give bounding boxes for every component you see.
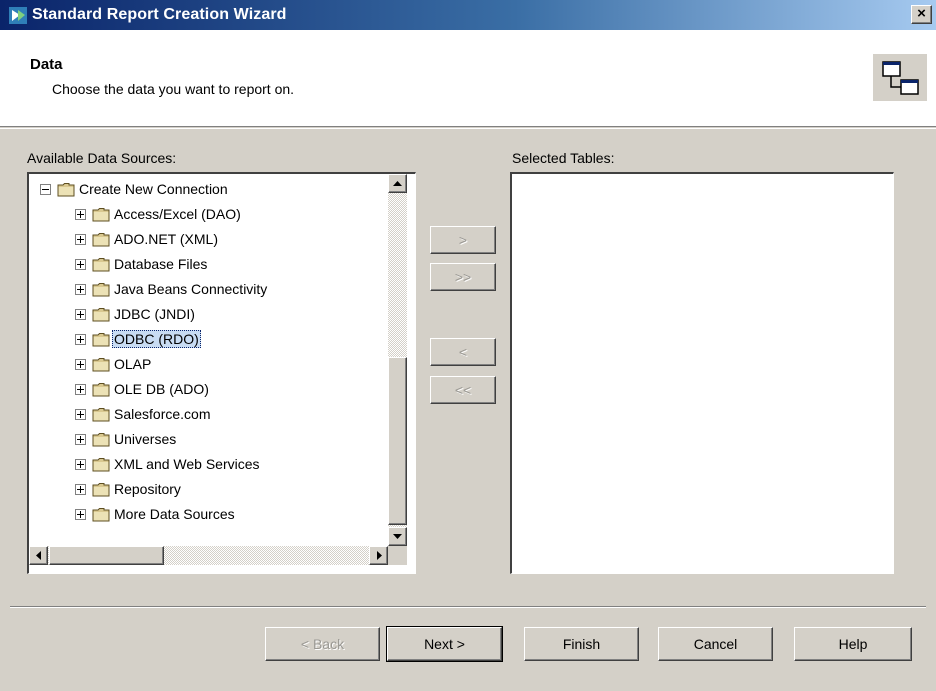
expand-icon[interactable] bbox=[75, 308, 86, 320]
tree-item[interactable]: Database Files bbox=[75, 252, 209, 276]
back-button[interactable]: < Back bbox=[265, 627, 380, 661]
folder-icon bbox=[92, 332, 110, 346]
expand-icon[interactable] bbox=[75, 508, 86, 520]
horizontal-scrollbar[interactable] bbox=[29, 546, 388, 565]
tree-item[interactable]: JDBC (JNDI) bbox=[75, 302, 197, 326]
scrollbar-corner bbox=[388, 546, 407, 565]
tree-item-label: JDBC (JNDI) bbox=[114, 306, 195, 322]
add-selected-button[interactable]: > bbox=[430, 226, 496, 254]
tree-item[interactable]: Java Beans Connectivity bbox=[75, 277, 269, 301]
scroll-down-button[interactable] bbox=[388, 527, 407, 546]
remove-selected-button[interactable]: < bbox=[430, 338, 496, 366]
expand-icon[interactable] bbox=[75, 333, 86, 345]
tree-item[interactable]: XML and Web Services bbox=[75, 452, 262, 476]
finish-button[interactable]: Finish bbox=[524, 627, 639, 661]
folder-icon bbox=[92, 507, 110, 521]
scroll-up-button[interactable] bbox=[388, 174, 407, 193]
expand-icon[interactable] bbox=[75, 458, 86, 470]
tree-item[interactable]: ADO.NET (XML) bbox=[75, 227, 220, 251]
step-title: Data bbox=[30, 56, 63, 73]
help-button[interactable]: Help bbox=[794, 627, 912, 661]
expand-icon[interactable] bbox=[75, 383, 86, 395]
wizard-window: Standard Report Creation Wizard × Data C… bbox=[0, 0, 936, 691]
horizontal-scroll-thumb[interactable] bbox=[49, 546, 164, 565]
selected-tables-list[interactable] bbox=[510, 172, 894, 574]
tree-item-label: OLAP bbox=[114, 356, 152, 372]
report-wizard-app-icon bbox=[9, 7, 27, 24]
arrow-right-icon bbox=[377, 551, 382, 560]
arrow-down-icon bbox=[393, 534, 402, 539]
add-all-button[interactable]: >> bbox=[430, 263, 496, 291]
tree-item-label: Database Files bbox=[114, 256, 208, 272]
vertical-scrollbar[interactable] bbox=[388, 174, 407, 546]
expand-icon[interactable] bbox=[75, 258, 86, 270]
arrow-up-icon bbox=[393, 181, 402, 186]
tree-item[interactable]: OLAP bbox=[75, 352, 153, 376]
available-sources-label: Available Data Sources: bbox=[27, 150, 177, 166]
folder-icon bbox=[92, 457, 110, 471]
tree-item-label: OLE DB (ADO) bbox=[114, 381, 209, 397]
tree-item-label: Salesforce.com bbox=[114, 406, 211, 422]
folder-icon bbox=[92, 357, 110, 371]
vertical-scroll-thumb[interactable] bbox=[388, 357, 407, 525]
expand-icon[interactable] bbox=[75, 283, 86, 295]
header-divider bbox=[0, 128, 936, 129]
scroll-left-button[interactable] bbox=[29, 546, 48, 565]
collapse-icon[interactable] bbox=[40, 183, 51, 195]
arrow-left-icon bbox=[36, 551, 41, 560]
folder-icon bbox=[57, 182, 75, 196]
tree-item-selected[interactable]: ODBC (RDO) bbox=[75, 327, 201, 351]
folder-icon bbox=[92, 382, 110, 396]
folder-icon bbox=[92, 307, 110, 321]
tree-viewport: Create New Connection Access/Excel (DAO)… bbox=[29, 174, 388, 546]
tree-root-label: Create New Connection bbox=[79, 181, 228, 197]
close-button[interactable]: × bbox=[911, 5, 932, 24]
scroll-right-button[interactable] bbox=[369, 546, 388, 565]
cancel-button[interactable]: Cancel bbox=[658, 627, 773, 661]
tree-item-label: ODBC (RDO) bbox=[112, 330, 201, 348]
tree-item[interactable]: OLE DB (ADO) bbox=[75, 377, 211, 401]
remove-all-button[interactable]: << bbox=[430, 376, 496, 404]
expand-icon[interactable] bbox=[75, 433, 86, 445]
tree-item[interactable]: Access/Excel (DAO) bbox=[75, 202, 243, 226]
tree-item-label: ADO.NET (XML) bbox=[114, 231, 218, 247]
wizard-header: Data Choose the data you want to report … bbox=[0, 30, 936, 127]
folder-icon bbox=[92, 282, 110, 296]
expand-icon[interactable] bbox=[75, 233, 86, 245]
footer-divider-highlight bbox=[10, 607, 926, 608]
folder-icon bbox=[92, 432, 110, 446]
folder-icon bbox=[92, 232, 110, 246]
folder-icon bbox=[92, 407, 110, 421]
tree-item-label: XML and Web Services bbox=[114, 456, 260, 472]
window-title: Standard Report Creation Wizard bbox=[32, 6, 287, 23]
tree-item-label: Java Beans Connectivity bbox=[114, 281, 268, 297]
title-bar: Standard Report Creation Wizard × bbox=[0, 0, 936, 30]
tree-item-label: Access/Excel (DAO) bbox=[114, 206, 241, 222]
tree-item-label: Repository bbox=[114, 481, 181, 497]
tree-item[interactable]: Repository bbox=[75, 477, 183, 501]
folder-icon bbox=[92, 482, 110, 496]
linked-tables-icon bbox=[873, 54, 927, 101]
tree-item[interactable]: Universes bbox=[75, 427, 178, 451]
step-subtitle: Choose the data you want to report on. bbox=[52, 81, 295, 97]
expand-icon[interactable] bbox=[75, 483, 86, 495]
available-sources-tree[interactable]: Create New Connection Access/Excel (DAO)… bbox=[27, 172, 416, 574]
next-button[interactable]: Next > bbox=[386, 626, 503, 662]
tree-item[interactable]: More Data Sources bbox=[75, 502, 237, 526]
tree-root-item[interactable]: Create New Connection bbox=[40, 177, 230, 201]
tree-item-label: Universes bbox=[114, 431, 177, 447]
expand-icon[interactable] bbox=[75, 408, 86, 420]
folder-icon bbox=[92, 207, 110, 221]
expand-icon[interactable] bbox=[75, 208, 86, 220]
expand-icon[interactable] bbox=[75, 358, 86, 370]
folder-icon bbox=[92, 257, 110, 271]
tree-item-label: More Data Sources bbox=[114, 506, 235, 522]
selected-tables-label: Selected Tables: bbox=[512, 150, 615, 166]
tree-item[interactable]: Salesforce.com bbox=[75, 402, 212, 426]
